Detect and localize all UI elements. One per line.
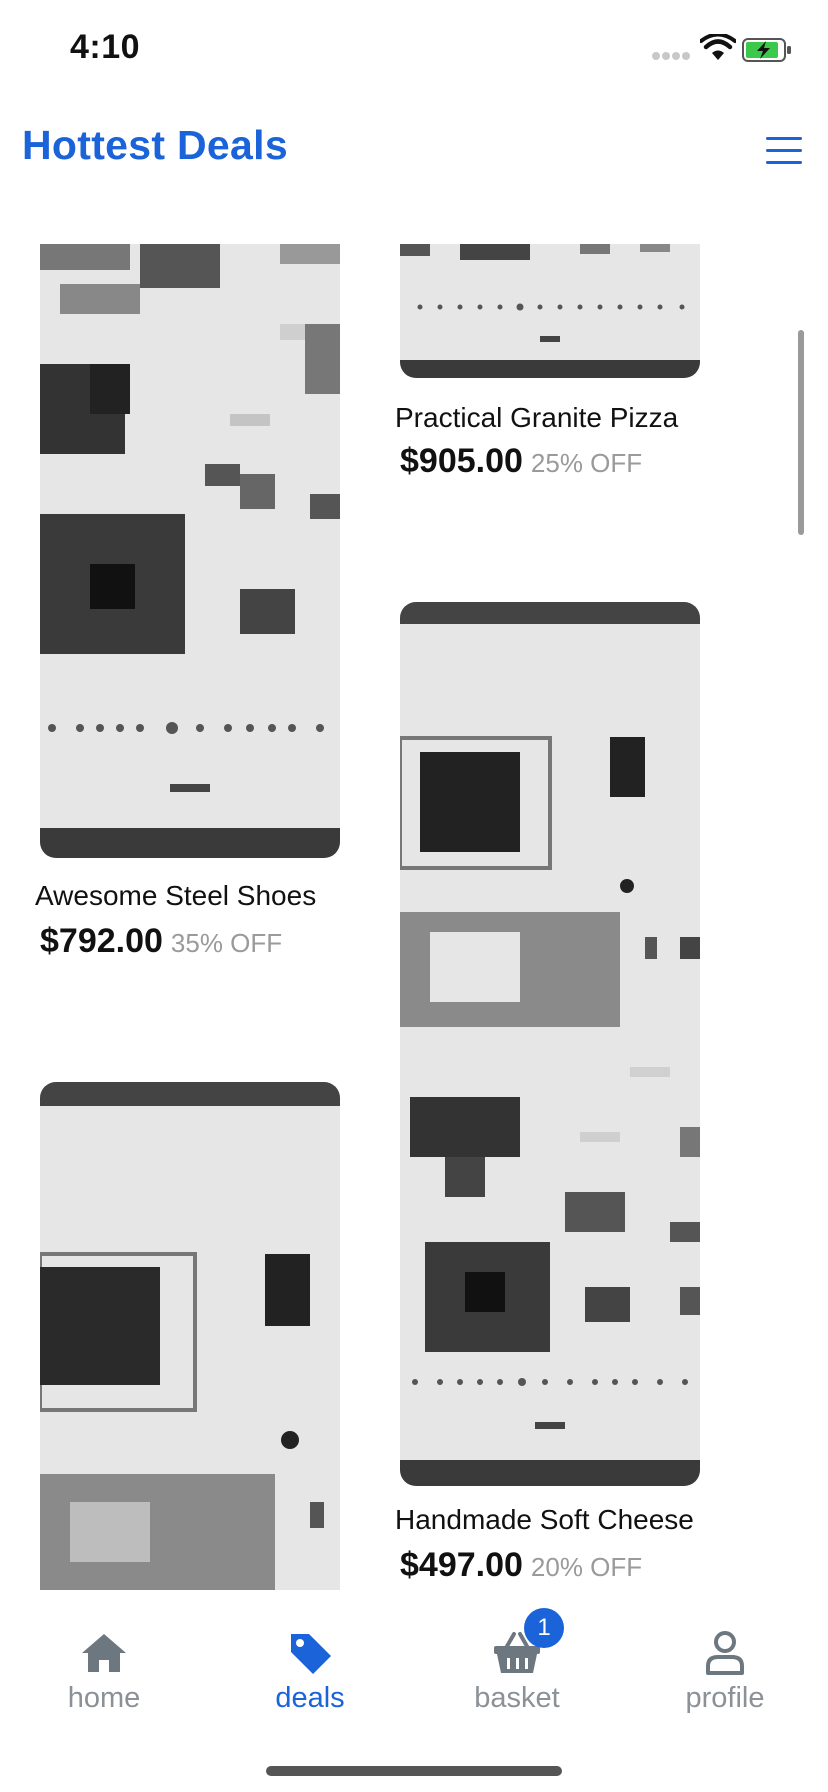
circuit-board-photo bbox=[40, 244, 340, 858]
nav-item-basket[interactable]: basket bbox=[442, 1630, 592, 1730]
product-price-row: $497.00 20% OFF bbox=[400, 1546, 642, 1585]
basket-count-badge: 1 bbox=[524, 1608, 564, 1648]
bottom-navigation: home deals basket 1 profile bbox=[0, 1590, 828, 1792]
status-bar: 4:10 bbox=[0, 0, 828, 100]
product-discount: 20% OFF bbox=[530, 1552, 643, 1582]
nav-label-home: home bbox=[67, 1682, 141, 1714]
circuit-board-photo bbox=[400, 602, 700, 1486]
header: Hottest Deals bbox=[0, 100, 828, 230]
nav-item-deals[interactable]: deals bbox=[235, 1630, 385, 1730]
status-time: 4:10 bbox=[70, 28, 141, 66]
product-discount: 25% OFF bbox=[530, 448, 643, 478]
product-title[interactable]: Handmade Soft Cheese bbox=[395, 1504, 694, 1536]
circuit-board-photo bbox=[40, 1082, 340, 1590]
circuit-board-photo bbox=[400, 244, 700, 378]
nav-label-profile: profile bbox=[685, 1682, 765, 1714]
product-price: $905.00 bbox=[400, 442, 523, 480]
page-title: Hottest Deals bbox=[22, 122, 288, 168]
product-title[interactable]: Practical Granite Pizza bbox=[395, 402, 678, 434]
product-price-row: $792.00 35% OFF bbox=[40, 922, 282, 961]
product-price-row: $905.00 25% OFF bbox=[400, 442, 642, 481]
product-image[interactable] bbox=[400, 602, 700, 1486]
cellular-signal-icon bbox=[652, 52, 692, 62]
home-icon bbox=[82, 1634, 126, 1672]
product-price: $497.00 bbox=[400, 1546, 523, 1584]
nav-label-deals: deals bbox=[275, 1682, 345, 1714]
deals-grid[interactable]: Awesome Steel Shoes $792.00 35% OFF Prac… bbox=[0, 244, 828, 1590]
product-image[interactable] bbox=[40, 1082, 340, 1590]
product-image[interactable] bbox=[400, 244, 700, 378]
battery-charging-icon bbox=[742, 38, 791, 62]
wifi-icon bbox=[700, 34, 736, 60]
hamburger-menu-button[interactable] bbox=[762, 134, 804, 168]
product-image[interactable] bbox=[40, 244, 340, 858]
home-indicator[interactable] bbox=[266, 1766, 562, 1776]
vertical-scrollbar[interactable] bbox=[798, 330, 804, 535]
product-title[interactable]: Awesome Steel Shoes bbox=[35, 880, 316, 912]
product-discount: 35% OFF bbox=[170, 928, 283, 958]
nav-item-home[interactable]: home bbox=[29, 1630, 179, 1730]
nav-item-profile[interactable]: profile bbox=[650, 1630, 800, 1730]
product-price: $792.00 bbox=[40, 922, 163, 960]
tag-icon bbox=[291, 1634, 331, 1674]
user-icon bbox=[706, 1631, 744, 1675]
nav-label-basket: basket bbox=[474, 1682, 560, 1714]
